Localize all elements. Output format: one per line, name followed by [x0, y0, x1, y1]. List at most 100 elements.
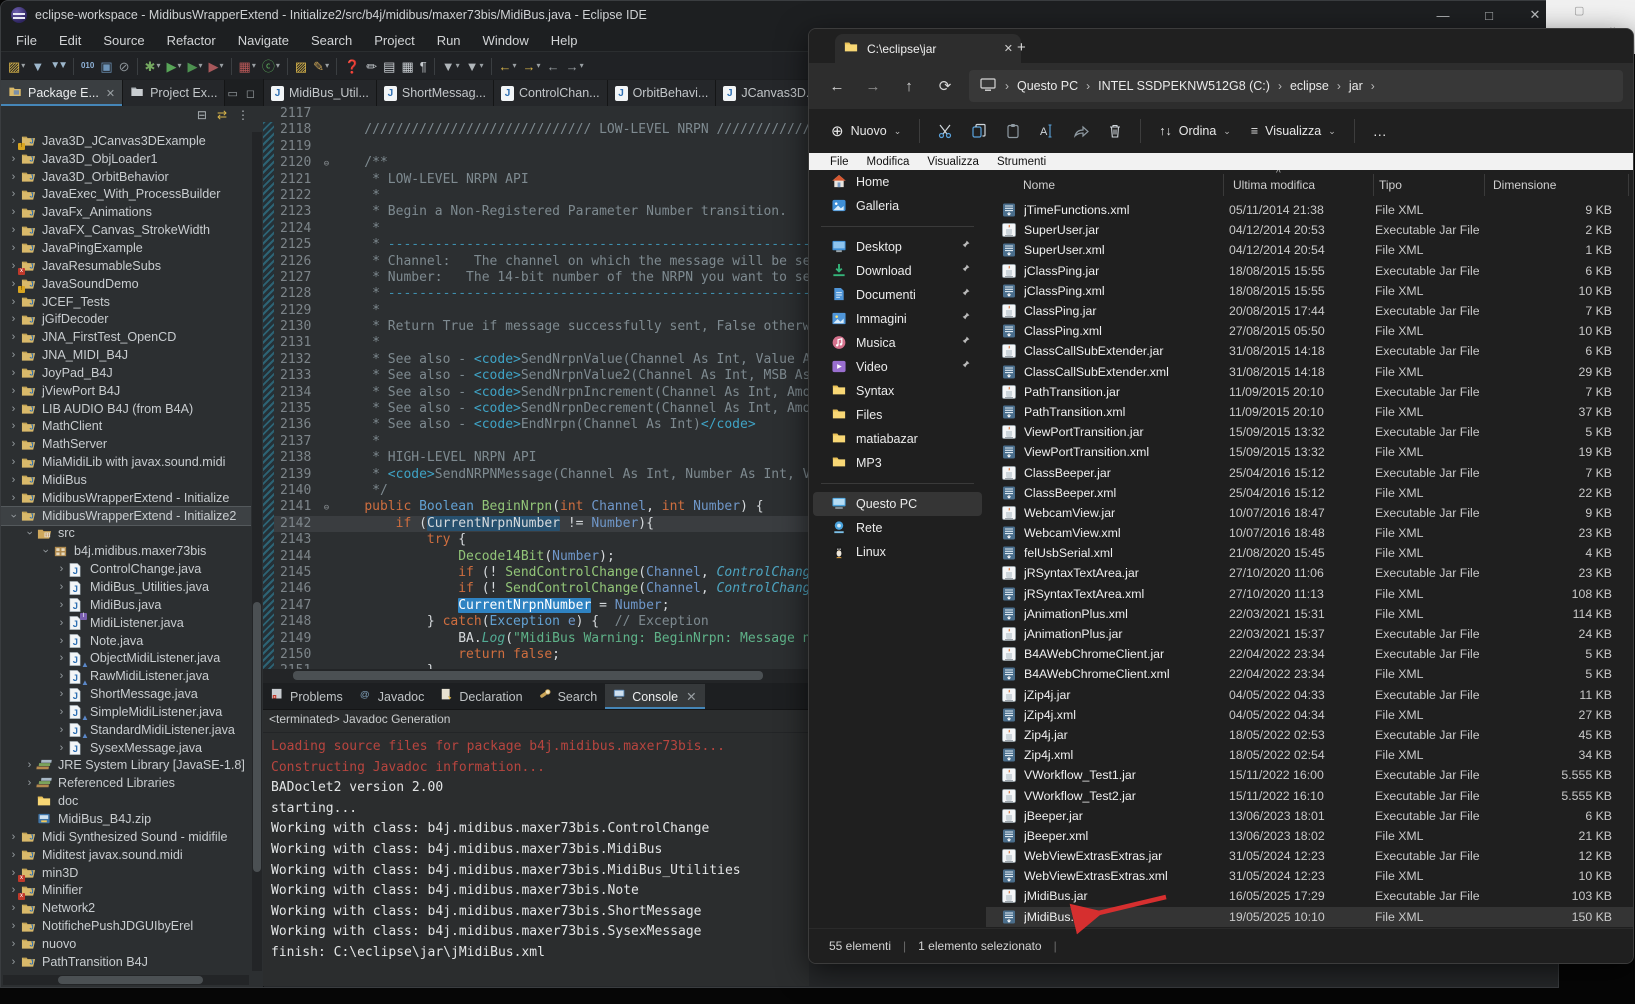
column-divider[interactable]: [1223, 174, 1224, 196]
file-row-b4awebchromeclient-xml[interactable]: B4AWebChromeClient.xml22/04/2022 23:34Fi…: [986, 664, 1633, 684]
tab-close-icon[interactable]: ✕: [686, 689, 696, 704]
file-row-classcallsubextender-xml[interactable]: ClassCallSubExtender.xml31/08/2015 14:18…: [986, 362, 1633, 382]
toolbar-debug-icon[interactable]: ✱▾: [142, 55, 164, 77]
code-line-2130[interactable]: 2130 * Return True if message successful…: [274, 319, 809, 335]
column-header-nome[interactable]: Nome: [1023, 178, 1055, 192]
tree-item-miditest-javax-sound-midi[interactable]: ›JMiditest javax.sound.midi: [1, 846, 251, 864]
menu-file[interactable]: File: [5, 31, 48, 50]
file-row-janimationplus-xml[interactable]: jAnimationPlus.xml22/03/2021 15:31File X…: [986, 604, 1633, 624]
chevron-right-icon[interactable]: ›: [7, 188, 20, 200]
tree-item-midibuswrapperextend-initialize2[interactable]: ›JMidibusWrapperExtend - Initialize2: [1, 507, 251, 525]
code-line-2138[interactable]: 2138 * HIGH-LEVEL NRPN API: [274, 450, 809, 466]
chevron-right-icon[interactable]: ›: [7, 331, 20, 343]
tree-item-javasounddemo[interactable]: ›J!JavaSoundDemo: [1, 275, 251, 293]
menu-navigate[interactable]: Navigate: [227, 31, 300, 50]
tree-item-src[interactable]: ›src: [1, 525, 251, 543]
paste-icon[interactable]: [996, 116, 1030, 146]
editor-tab-controlchan-[interactable]: JControlChan...: [494, 80, 608, 106]
editor-tab-shortmessag-[interactable]: JShortMessag...: [377, 80, 494, 106]
editor-tab-midibus-util-[interactable]: JMidiBus_Util...: [264, 80, 377, 106]
sidebar-item-immagini[interactable]: Immagini: [809, 307, 986, 331]
chevron-right-icon[interactable]: ›: [7, 367, 20, 379]
file-row-b4awebchromeclient-jar[interactable]: B4AWebChromeClient.jar22/04/2022 23:34Ex…: [986, 644, 1633, 664]
fold-marker-icon[interactable]: ⊖: [320, 500, 333, 516]
chevron-right-icon[interactable]: ›: [7, 296, 20, 308]
chevron-down-icon[interactable]: ›: [8, 509, 20, 522]
tree-item-javafx-animations[interactable]: ›JJavaFx_Animations: [1, 203, 251, 221]
chevron-right-icon[interactable]: ›: [7, 902, 20, 914]
code-line-2128[interactable]: 2128 * ---------------------------------…: [274, 286, 809, 302]
tree-item-jgifdecoder[interactable]: ›JjGifDecoder: [1, 310, 251, 328]
code-line-2137[interactable]: 2137 *: [274, 434, 809, 450]
file-row-jzip4j-jar[interactable]: jZip4j.jar04/05/2022 04:33Executable Jar…: [986, 685, 1633, 705]
explorer-menu-visualizza[interactable]: Visualizza: [918, 156, 988, 168]
chevron-right-icon[interactable]: ›: [7, 224, 20, 236]
explorer-menu-strumenti[interactable]: Strumenti: [988, 156, 1055, 168]
tree-item-jcef-tests[interactable]: ›JJCEF_Tests: [1, 293, 251, 311]
column-header-ultima-modifica[interactable]: Ultima modifica: [1233, 178, 1315, 192]
menu-run[interactable]: Run: [426, 31, 472, 50]
sidebar-item-mp3[interactable]: MP3: [809, 451, 986, 475]
file-row-webcamview-xml[interactable]: WebcamView.xml10/07/2016 18:48File XML23…: [986, 523, 1633, 543]
tree-item-sysexmessage-java[interactable]: ›JSysexMessage.java: [1, 739, 251, 757]
tree-item-miamidilib-with-javax-sound-midi[interactable]: ›JMiaMidiLib with javax.sound.midi: [1, 453, 251, 471]
toolbar-save-all-icon[interactable]: ▼▼: [47, 55, 69, 77]
code-line-2134[interactable]: 2134 * See also - <code>SendNrpnIncremen…: [274, 385, 809, 401]
console-tab-search[interactable]: Search: [531, 684, 606, 709]
tree-item-javapingexample[interactable]: ›JJavaPingExample: [1, 239, 251, 257]
chevron-right-icon[interactable]: ›: [7, 849, 20, 861]
nuovo-button[interactable]: ⊕Nuovo⌄: [821, 115, 911, 147]
file-row-jbeeper-jar[interactable]: jBeeper.jar13/06/2023 18:01Executable Ja…: [986, 806, 1633, 826]
file-row-jclassping-jar[interactable]: jClassPing.jar18/08/2015 15:55Executable…: [986, 261, 1633, 281]
column-header-dimensione[interactable]: Dimensione: [1493, 178, 1556, 192]
file-row-jmidibus-xml[interactable]: jMidiBus.xml19/05/2025 10:10File XML150 …: [986, 907, 1633, 927]
breadcrumb-item[interactable]: INTEL SSDPEKNW512G8 (C:): [1098, 79, 1270, 93]
tree-item-midibus-utilities-java[interactable]: ›JMidiBus_Utilities.java: [1, 578, 251, 596]
column-header-tipo[interactable]: Tipo: [1379, 178, 1402, 192]
tree-item-mathserver[interactable]: ›JMathServer: [1, 435, 251, 453]
tree-item-java3d-orbitbehavior[interactable]: ›JJava3D_OrbitBehavior: [1, 168, 251, 186]
explorer-tab[interactable]: C:\eclipse\jar ✕: [835, 34, 1021, 63]
console-tab-javadoc[interactable]: @Javadoc: [351, 684, 433, 709]
tree-item-doc[interactable]: doc: [1, 792, 251, 810]
collapse-all-icon[interactable]: ⊟: [197, 108, 207, 122]
toolbar-new-wizard-icon[interactable]: ▨▾: [5, 55, 28, 77]
tree-item-midibus-b4j-zip[interactable]: MidiBus_B4J.zip: [1, 810, 251, 828]
file-row-classping-xml[interactable]: ClassPing.xml27/08/2015 05:50File XML10 …: [986, 321, 1633, 341]
tree-item-midi-synthesized-sound-midifile[interactable]: ›JMidi Synthesized Sound - midifile: [1, 828, 251, 846]
file-row-zip4j-jar[interactable]: Zip4j.jar18/05/2022 02:53Executable Jar …: [986, 725, 1633, 745]
sidebar-item-rete[interactable]: Rete: [809, 516, 986, 540]
panel-maximize-icon[interactable]: ◻: [246, 87, 255, 100]
tree-item-lib-audio-b4j-from-b4a-[interactable]: ›JLIB AUDIO B4J (from B4A): [1, 400, 251, 418]
explorer-menu-modifica[interactable]: Modifica: [858, 156, 919, 168]
code-line-2117[interactable]: 2117: [274, 106, 809, 122]
breadcrumb-item[interactable]: Questo PC: [1017, 79, 1078, 93]
chevron-right-icon[interactable]: ›: [55, 742, 68, 754]
file-row-classping-jar[interactable]: ClassPing.jar20/08/2015 17:44Executable …: [986, 301, 1633, 321]
file-row-pathtransition-jar[interactable]: PathTransition.jar11/09/2015 20:10Execut…: [986, 382, 1633, 402]
link-editor-icon[interactable]: ⇄: [217, 108, 227, 122]
file-row-jclassping-xml[interactable]: jClassPing.xml18/08/2015 15:55File XML10…: [986, 281, 1633, 301]
toolbar-last-edit-icon[interactable]: ←: [544, 55, 563, 77]
toolbar-tip-icon[interactable]: ❓: [341, 55, 363, 77]
tree-horizontal-scrollbar[interactable]: [3, 975, 249, 985]
chevron-right-icon[interactable]: ›: [55, 652, 68, 664]
code-line-2136[interactable]: 2136 * See also - <code>EndNrpn(Channel …: [274, 417, 809, 433]
code-line-2133[interactable]: 2133 * See also - <code>SendNrpnValue2(C…: [274, 368, 809, 384]
toolbar-next-edit-icon[interactable]: →▾: [563, 55, 587, 77]
code-line-2126[interactable]: 2126 * Channel: The channel on which the…: [274, 254, 809, 270]
chevron-right-icon[interactable]: ›: [7, 438, 20, 450]
sidebar-item-musica[interactable]: Musica: [809, 331, 986, 355]
menu-edit[interactable]: Edit: [48, 31, 92, 50]
file-row-webviewextrasextras-xml[interactable]: WebViewExtrasExtras.xml31/05/2024 12:23F…: [986, 866, 1633, 886]
chevron-right-icon[interactable]: ›: [7, 349, 20, 361]
editor-horizontal-scrollbar[interactable]: [263, 669, 809, 683]
console-tab-declaration[interactable]: Declaration: [432, 684, 530, 709]
menu-source[interactable]: Source: [92, 31, 155, 50]
chevron-right-icon[interactable]: ›: [55, 724, 68, 736]
toolbar-open-folder-icon[interactable]: ▨: [292, 55, 310, 77]
menu-project[interactable]: Project: [363, 31, 425, 50]
console-tab-console[interactable]: Console✕: [605, 684, 704, 709]
chevron-right-icon[interactable]: ›: [55, 599, 68, 611]
code-line-2150[interactable]: 2150 return false;: [274, 647, 809, 663]
